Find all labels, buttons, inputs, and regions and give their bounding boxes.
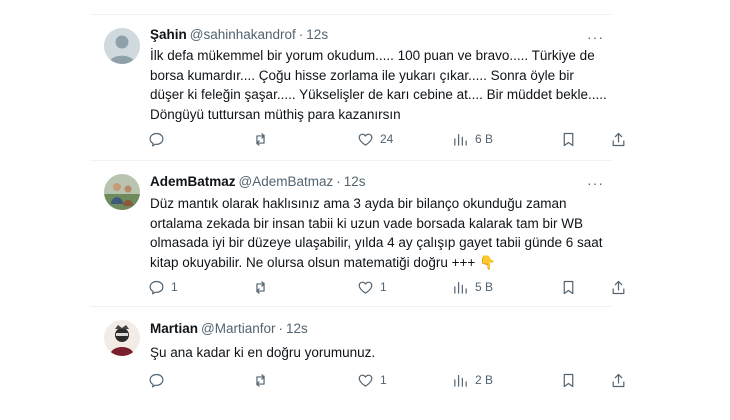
reply-button[interactable]: [148, 370, 171, 390]
tweet-actions: 24 6 B: [148, 129, 625, 149]
bookmark-button[interactable]: [560, 370, 577, 390]
reply-icon: [149, 132, 164, 146]
share-button[interactable]: [610, 277, 627, 297]
views-icon: [454, 281, 467, 294]
like-button[interactable]: 1: [357, 277, 387, 297]
retweet-icon: [256, 280, 265, 294]
display-name[interactable]: Şahin: [150, 27, 187, 42]
views-button[interactable]: 2 B: [452, 370, 493, 390]
tweet[interactable]: Şahin @sahinhakandrof · 12s ··· İlk defa mü…: [90, 14, 625, 160]
views-count: 6 B: [475, 132, 494, 146]
views-icon: [454, 374, 467, 387]
like-count: 24: [380, 132, 394, 146]
timestamp[interactable]: 12s: [286, 321, 308, 336]
user-photo-icon: [104, 174, 140, 210]
separator-dot: ·: [336, 174, 341, 189]
more-icon[interactable]: ···: [587, 30, 604, 44]
bookmark-icon: [563, 373, 574, 387]
tweet-text: Düz mantık olarak haklısınız ama 3 ayda …: [150, 196, 603, 270]
views-count: 2 B: [475, 373, 494, 387]
tweet-header: Martian @Martianfor · 12s: [150, 320, 308, 338]
user-handle[interactable]: @Martianfor: [201, 321, 275, 336]
views-count: 5 B: [475, 280, 494, 294]
retweet-icon: [256, 373, 265, 387]
like-button[interactable]: 1: [357, 370, 387, 390]
tweet-header: AdemBatmaz @AdemBatmaz · 12s: [150, 173, 366, 191]
timestamp[interactable]: 12s: [306, 27, 328, 42]
bookmark-icon: [563, 280, 574, 294]
display-name[interactable]: Martian: [150, 321, 198, 336]
tweet-actions: 1 1 5 B: [148, 277, 625, 297]
reply-button[interactable]: [148, 129, 171, 149]
retweet-button[interactable]: [252, 370, 275, 390]
reply-count: 1: [171, 280, 178, 294]
tweet[interactable]: AdemBatmaz @AdemBatmaz · 12s ··· Düz mantık…: [90, 160, 625, 306]
reply-icon: [149, 373, 164, 387]
views-icon: [454, 133, 467, 146]
share-icon: [612, 280, 625, 294]
share-icon: [612, 132, 625, 146]
like-icon: [358, 133, 373, 146]
retweet-icon: [256, 132, 265, 146]
views-button[interactable]: 5 B: [452, 277, 493, 297]
tweet-text: Şu ana kadar ki en doğru yorumunuz.: [150, 345, 376, 360]
avatar[interactable]: [104, 320, 140, 356]
separator-dot: ·: [278, 321, 284, 336]
default-avatar-icon: [104, 28, 140, 64]
like-count: 1: [380, 280, 387, 294]
retweet-button[interactable]: [252, 129, 275, 149]
timeline: Şahin @sahinhakandrof · 12s ··· İlk defa mü…: [90, 0, 625, 420]
display-name[interactable]: AdemBatmaz: [150, 174, 236, 189]
retweet-button[interactable]: [252, 277, 275, 297]
like-icon: [358, 281, 373, 294]
reply-button[interactable]: 1: [148, 277, 178, 297]
more-icon[interactable]: ···: [587, 176, 604, 190]
avatar[interactable]: [104, 174, 140, 210]
share-button[interactable]: [610, 129, 627, 149]
tweet[interactable]: Martian @Martianfor · 12s Şu ana kadar ki e…: [90, 306, 625, 416]
share-button[interactable]: [610, 370, 627, 390]
separator-dot: ·: [298, 27, 304, 42]
like-button[interactable]: 24: [357, 129, 393, 149]
character-avatar-icon: [104, 320, 140, 356]
views-button[interactable]: 6 B: [452, 129, 493, 149]
reply-icon: [149, 280, 164, 294]
user-handle[interactable]: @AdemBatmaz: [239, 174, 334, 189]
share-icon: [612, 373, 625, 387]
timestamp[interactable]: 12s: [344, 174, 366, 189]
tweet-header: Şahin @sahinhakandrof · 12s: [150, 26, 328, 44]
avatar[interactable]: [104, 28, 140, 64]
tweet-text: İlk defa mükemmel bir yorum okudum..... …: [150, 48, 607, 122]
like-icon: [358, 374, 373, 387]
tweet-actions: 1 2 B: [148, 370, 625, 390]
bookmark-button[interactable]: [560, 277, 577, 297]
bookmark-button[interactable]: [560, 129, 577, 149]
bookmark-icon: [563, 132, 574, 146]
user-handle[interactable]: @sahinhakandrof: [190, 27, 296, 42]
like-count: 1: [380, 373, 387, 387]
